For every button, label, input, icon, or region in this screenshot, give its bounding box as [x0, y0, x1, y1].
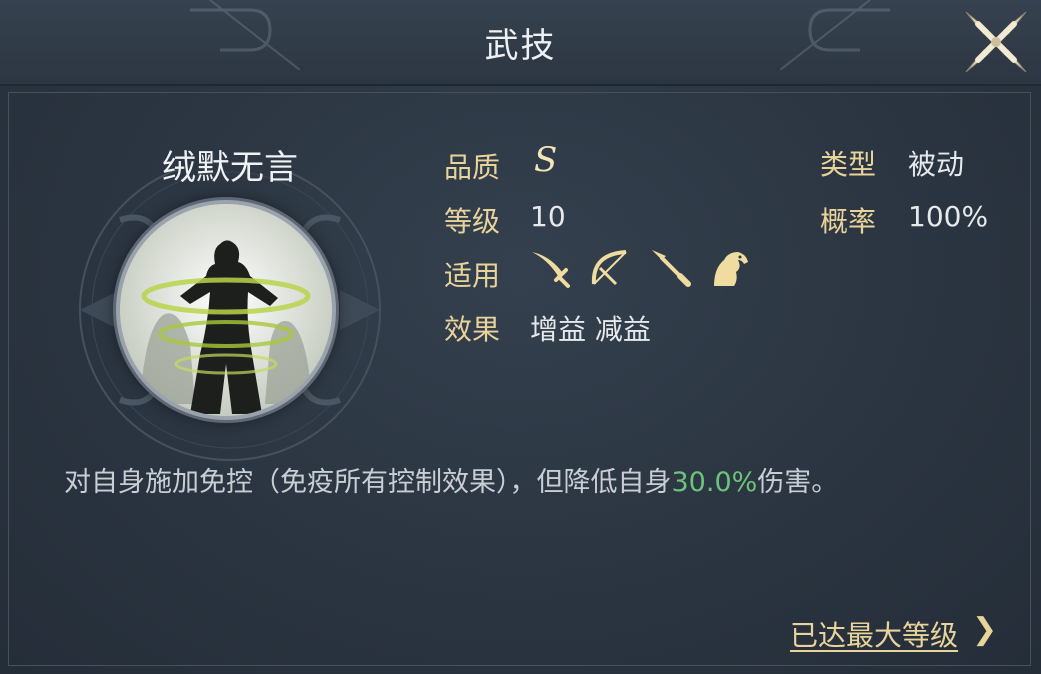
skill-description: 对自身施加免控（免疫所有控制效果），但降低自身30.0%伤害。 [64, 460, 1004, 499]
chance-value: 100% [908, 200, 989, 233]
close-icon [965, 11, 1027, 73]
max-level-link[interactable]: 已达最大等级 [790, 614, 958, 654]
bow-icon [591, 250, 627, 286]
close-button[interactable] [958, 4, 1034, 80]
skill-panel: 武技 绒默无言 品质 S 等级 10 适用 效果 增益 减益 类型 被动 概率 … [0, 0, 1041, 674]
effect-label: 效果 [444, 313, 501, 346]
damage-percent: 30.0% [671, 467, 758, 498]
title-bar: 武技 [0, 0, 1041, 86]
type-label: 类型 [820, 148, 877, 181]
chance-label: 概率 [820, 205, 877, 238]
applies-label: 适用 [444, 259, 501, 292]
silhouette-swirl-icon [120, 204, 332, 416]
skill-icon[interactable] [120, 204, 332, 416]
chevron-right-icon[interactable]: ❯ [972, 612, 997, 647]
description-tail: 伤害。 [757, 467, 839, 498]
spear-icon [652, 250, 691, 287]
description-text: 对自身施加免控（免疫所有控制效果），但降低自身 [64, 467, 672, 498]
page-title: 武技 [484, 26, 557, 66]
quality-label: 品质 [444, 151, 501, 184]
level-value: 10 [530, 200, 566, 233]
skill-name: 绒默无言 [162, 148, 298, 188]
level-label: 等级 [444, 205, 501, 238]
sword-icon [532, 252, 570, 288]
type-value: 被动 [908, 148, 965, 181]
horse-icon [714, 252, 748, 286]
quality-value: S [534, 140, 558, 180]
effect-value: 增益 减益 [530, 313, 651, 346]
